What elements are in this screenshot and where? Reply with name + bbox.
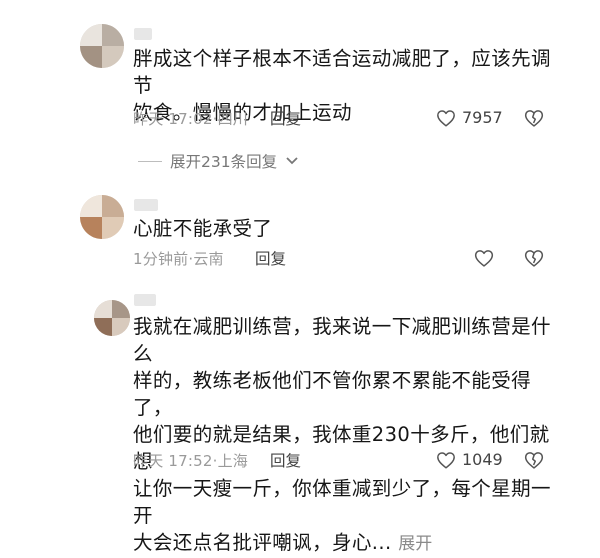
reply-button[interactable]: 回复	[270, 449, 301, 471]
username-blurred[interactable]	[134, 28, 152, 40]
comment-time: 昨天 17:52	[133, 452, 213, 470]
like-button[interactable]: 7957	[436, 108, 503, 127]
username-blurred[interactable]	[134, 199, 158, 211]
expand-text-link[interactable]: 展开	[398, 534, 432, 554]
comment-time: 昨天 17:02	[133, 110, 213, 128]
like-count: 1049	[462, 450, 503, 469]
comment-text-line: 我就在减肥训练营，我来说一下减肥训练营是什么	[133, 315, 551, 365]
divider-line	[138, 160, 162, 162]
comment-location: 上海	[217, 452, 248, 470]
comment-text: 我就在减肥训练营，我来说一下减肥训练营是什么 样的，教练老板他们不管你累不累能不…	[133, 313, 563, 558]
comment-meta: 昨天 17:02·四川	[133, 108, 248, 129]
expand-replies[interactable]: 展开231条回复	[138, 150, 299, 172]
comment-meta: 昨天 17:52·上海	[133, 450, 248, 471]
reply-button[interactable]: 回复	[270, 107, 301, 129]
comment-time: 1分钟前	[133, 250, 189, 268]
comment-text: 心脏不能承受了	[133, 215, 563, 242]
comment-location: 云南	[193, 250, 224, 268]
comment-location: 四川	[217, 110, 248, 128]
comment-text-line: 样的，教练老板他们不管你累不累能不能受得了，	[133, 369, 532, 419]
heart-outline-icon	[437, 451, 455, 469]
comment-text-line: 大会还点名批评嘲讽，身心...	[133, 531, 392, 554]
heart-outline-icon	[437, 109, 455, 127]
like-count: 7957	[462, 108, 503, 127]
avatar[interactable]	[80, 195, 124, 239]
chevron-down-icon	[286, 157, 298, 165]
reply-button[interactable]: 回复	[255, 247, 286, 269]
comment-meta: 1分钟前·云南	[133, 248, 224, 269]
avatar[interactable]	[94, 300, 130, 336]
comment-text-line: 让你一天瘦一斤，你体重减到少了，每个星期一开	[133, 477, 551, 527]
comment-text-line: 胖成这个样子根本不适合运动减肥了，应该先调节	[133, 47, 551, 97]
like-button[interactable]: 1049	[436, 450, 503, 469]
expand-replies-label: 展开231条回复	[170, 153, 278, 171]
comment-text-line: 心脏不能承受了	[133, 217, 273, 240]
heart-outline-icon[interactable]	[474, 248, 494, 268]
username-blurred[interactable]	[134, 294, 156, 306]
broken-heart-icon[interactable]	[524, 108, 544, 128]
avatar[interactable]	[80, 24, 124, 68]
broken-heart-icon[interactable]	[524, 248, 544, 268]
broken-heart-icon[interactable]	[524, 450, 544, 470]
